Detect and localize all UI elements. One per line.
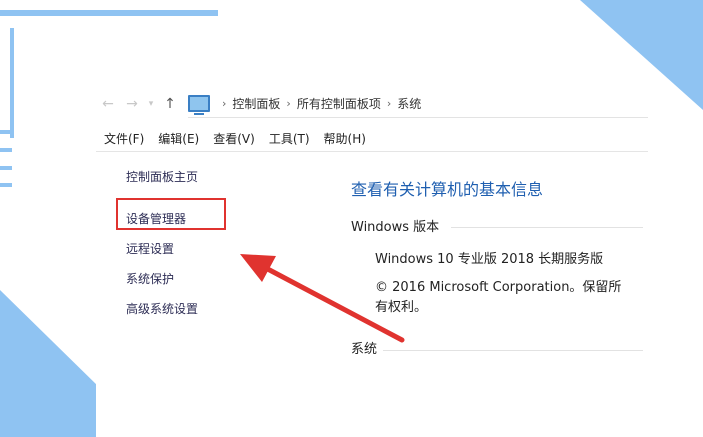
sidebar-item-system-protection[interactable]: 系统保护	[126, 270, 174, 287]
menu-help[interactable]: 帮助(H)	[324, 130, 366, 147]
menu-view[interactable]: 查看(V)	[213, 130, 255, 147]
menu-file[interactable]: 文件(F)	[104, 130, 144, 147]
breadcrumb-system[interactable]: 系统	[397, 95, 421, 112]
recent-dropdown-icon[interactable]: ▾	[144, 99, 158, 109]
menu-tools[interactable]: 工具(T)	[269, 130, 310, 147]
system-window: ← → ▾ ↑ › 控制面板 › 所有控制面板项 › 系统 文件(F) 编辑(E…	[96, 80, 648, 437]
section-divider	[451, 227, 643, 228]
sidebar-item-advanced-settings[interactable]: 高级系统设置	[126, 300, 198, 317]
edition-text: Windows 10 专业版 2018 长期服务版	[375, 252, 604, 267]
chevron-right-icon[interactable]: ›	[222, 97, 226, 110]
menu-edit[interactable]: 编辑(E)	[158, 130, 199, 147]
up-arrow-icon[interactable]: ↑	[158, 96, 182, 112]
chevron-right-icon[interactable]: ›	[387, 97, 391, 110]
forward-arrow-icon[interactable]: →	[120, 96, 144, 112]
chevron-right-icon[interactable]: ›	[286, 97, 290, 110]
breadcrumb-control-panel[interactable]: 控制面板	[232, 95, 280, 112]
menu-divider	[96, 151, 648, 152]
menu-bar: 文件(F) 编辑(E) 查看(V) 工具(T) 帮助(H)	[104, 130, 380, 147]
copyright-text: © 2016 Microsoft Corporation。保留所	[375, 280, 622, 295]
address-bar[interactable]: › 控制面板 › 所有控制面板项 › 系统	[188, 91, 648, 118]
highlight-box	[116, 198, 226, 230]
address-bar-row: ← → ▾ ↑ › 控制面板 › 所有控制面板项 › 系统	[96, 90, 648, 118]
system-heading: 系统	[351, 342, 378, 357]
sidebar-item-remote-settings[interactable]: 远程设置	[126, 240, 174, 257]
section-divider	[383, 350, 643, 351]
windows-edition-heading: Windows 版本	[351, 220, 440, 235]
page-title: 查看有关计算机的基本信息	[351, 180, 544, 199]
back-arrow-icon[interactable]: ←	[96, 96, 120, 112]
control-panel-icon	[188, 95, 210, 115]
sidebar-home-link[interactable]: 控制面板主页	[126, 168, 198, 185]
copyright-text-continued: 有权利。	[375, 300, 428, 315]
breadcrumb-all-items[interactable]: 所有控制面板项	[297, 95, 381, 112]
